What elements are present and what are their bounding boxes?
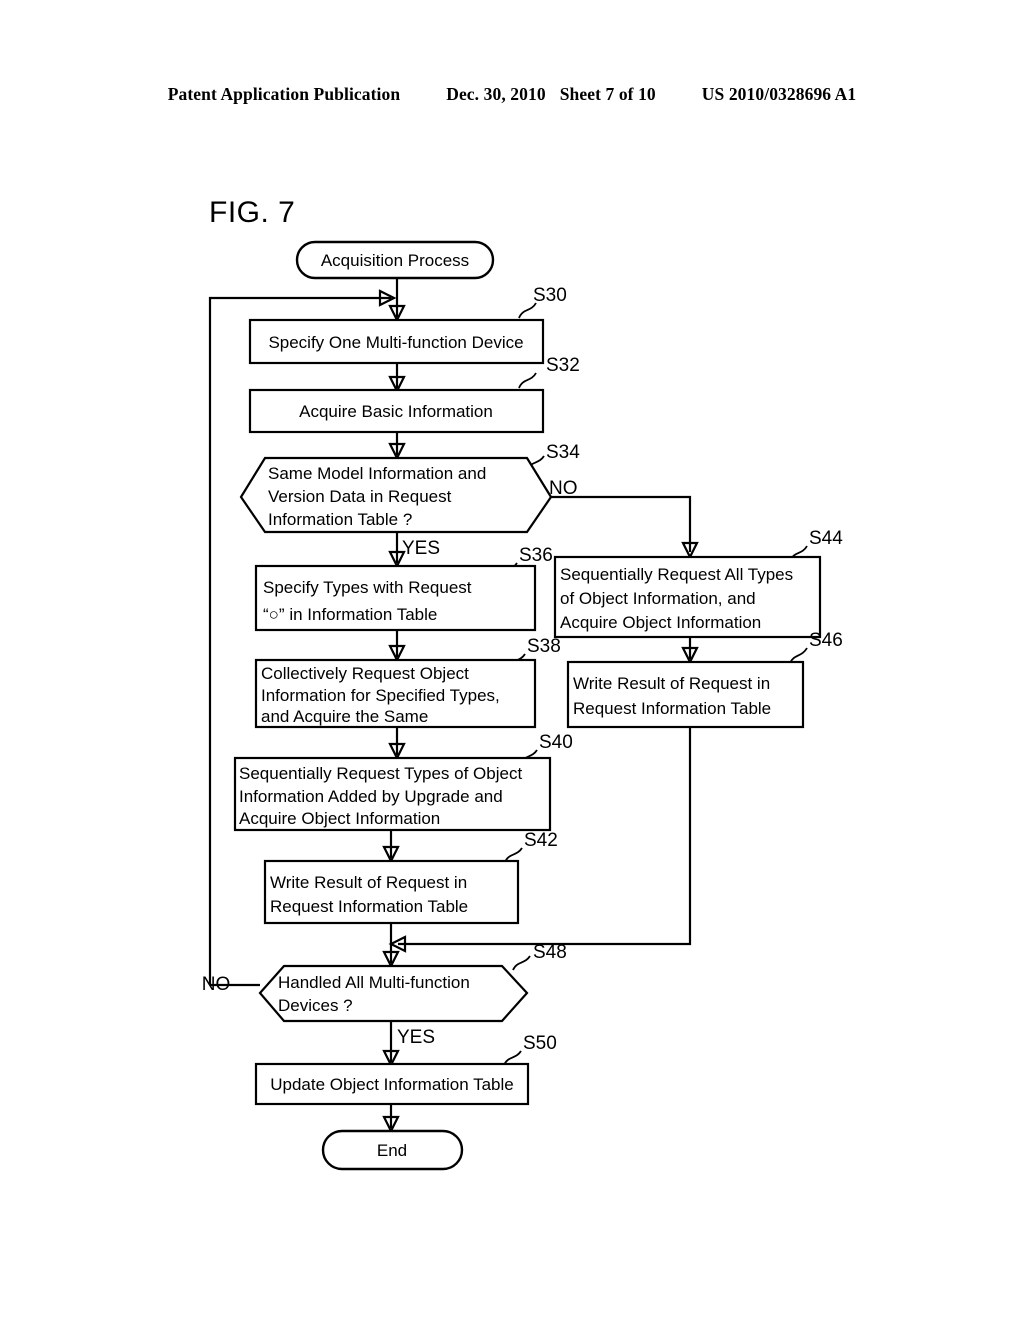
connector-s34-no-to-s44 [543,495,692,552]
leader-s46 [789,647,808,664]
s34-line-1: Same Model Information and [268,464,486,483]
node-end: End [321,1129,464,1171]
s46-step-id: S46 [809,630,843,651]
s30-line-1: Specify One Multi-function Device [268,333,523,352]
end-label: End [377,1141,407,1160]
s44-line-3: Acquire Object Information [560,613,761,632]
s50-step-id: S50 [523,1033,557,1054]
s42-line-2: Request Information Table [270,897,468,916]
node-s34: Same Model Information and Version Data … [239,442,580,559]
node-s42: Write Result of Request in Request Infor… [263,830,558,925]
s38-line-3: and Acquire the Same [261,707,428,726]
s50-line-1: Update Object Information Table [270,1075,514,1094]
s34-line-3: Information Table ? [268,510,412,529]
s38-step-id: S38 [527,636,561,657]
s48-line-2: Devices ? [278,996,353,1015]
s32-line-1: Acquire Basic Information [299,402,493,421]
leader-s48 [512,955,531,971]
node-s46: Write Result of Request in Request Infor… [566,630,843,729]
s40-line-3: Acquire Object Information [239,809,440,828]
s34-step-id: S34 [546,442,580,463]
node-s48: Handled All Multi-function Devices ? S48… [202,942,567,1048]
s48-step-id: S48 [533,942,567,963]
start-label: Acquisition Process [321,251,469,270]
node-start: Acquisition Process [295,240,495,280]
s42-step-id: S42 [524,830,558,851]
s40-line-2: Information Added by Upgrade and [239,787,503,806]
patent-figure-page: Patent Application Publication Dec. 30, … [0,0,1024,1320]
node-s30: Specify One Multi-function Device S30 [248,285,567,365]
s44-line-2: of Object Information, and [560,589,756,608]
leader-s32 [518,372,537,389]
s34-branch-no: NO [549,478,578,499]
s38-line-1: Collectively Request Object [261,664,469,683]
s34-line-2: Version Data in Request [268,487,452,506]
s32-step-id: S32 [546,355,580,376]
node-s40: Sequentially Request Types of Object Inf… [233,732,573,832]
s44-line-1: Sequentially Request All Types [560,565,793,584]
s40-line-1: Sequentially Request Types of Object [239,764,522,783]
s34-branch-yes: YES [402,538,440,559]
s48-branch-no: NO [202,974,231,995]
s42-line-1: Write Result of Request in [270,873,467,892]
s36-line-2: “○” in Information Table [263,605,437,624]
node-s32: Acquire Basic Information S32 [248,355,580,434]
s48-branch-yes: YES [397,1027,435,1048]
s38-line-2: Information for Specified Types, [261,686,500,705]
node-s44: Sequentially Request All Types of Object… [553,528,843,639]
s36-line-1: Specify Types with Request [263,578,472,597]
s44-step-id: S44 [809,528,843,549]
flowchart-diagram: Acquisition Process Specify One Multi-fu… [202,240,843,1171]
s30-step-id: S30 [533,285,567,306]
s46-line-1: Write Result of Request in [573,674,770,693]
s48-line-1: Handled All Multi-function [278,973,470,992]
s36-step-id: S36 [519,545,553,566]
s46-line-2: Request Information Table [573,699,771,718]
s40-step-id: S40 [539,732,573,753]
node-s38: Collectively Request Object Information … [254,636,561,729]
